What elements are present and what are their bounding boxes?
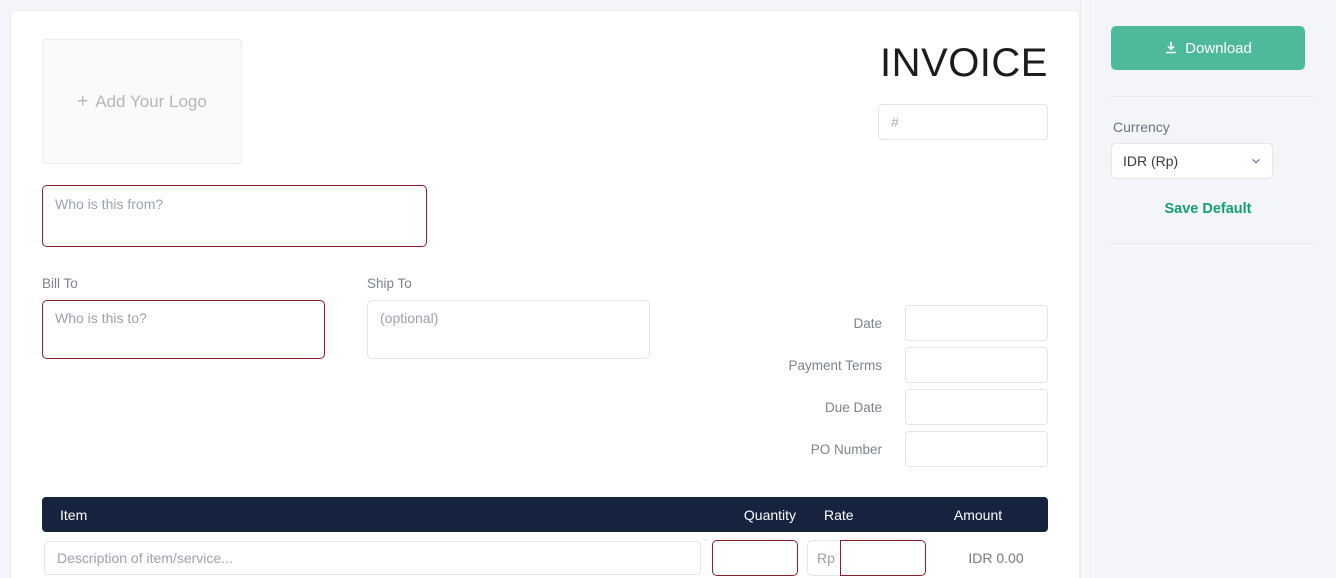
item-rate-group: Rp (807, 540, 926, 576)
ship-to-label: Ship To (367, 276, 412, 291)
column-header-amount: Amount (953, 506, 1003, 523)
due-date-input[interactable] (905, 389, 1048, 425)
item-quantity-input[interactable] (712, 540, 798, 576)
invoice-card: + Add Your Logo INVOICE Bill To Ship To (10, 10, 1080, 578)
payment-terms-label: Payment Terms (788, 357, 882, 373)
currency-label: Currency (1113, 119, 1170, 135)
line-items-table: Item Quantity Rate Amount Rp IDR 0.00 + (42, 497, 1048, 578)
save-default-link[interactable]: Save Default (1111, 201, 1305, 217)
add-logo-label: Add Your Logo (95, 91, 207, 111)
po-number-label: PO Number (810, 441, 882, 457)
download-icon (1164, 41, 1178, 55)
download-label: Download (1185, 39, 1252, 57)
sidebar-divider-top (1111, 96, 1315, 97)
item-description-input[interactable] (44, 541, 701, 575)
date-label: Date (853, 315, 882, 331)
due-date-label: Due Date (824, 399, 882, 415)
invoice-title-block: INVOICE (878, 39, 1048, 140)
column-header-quantity: Quantity (743, 506, 797, 523)
bill-to-input[interactable] (42, 300, 325, 359)
plus-icon: + (77, 90, 89, 112)
chevron-down-icon (1250, 155, 1262, 167)
field-row-due-date: Due Date (745, 389, 1048, 425)
bill-to-block: Bill To (42, 276, 349, 473)
invoice-number-input[interactable] (878, 104, 1048, 140)
payment-terms-input[interactable] (905, 347, 1048, 383)
date-input[interactable] (905, 305, 1048, 341)
table-row: Rp IDR 0.00 (42, 532, 1048, 578)
column-header-rate: Rate (824, 506, 854, 523)
ship-to-input[interactable] (367, 300, 650, 359)
bill-to-label: Bill To (42, 276, 78, 291)
po-number-input[interactable] (905, 431, 1048, 467)
invoice-card-wrapper: + Add Your Logo INVOICE Bill To Ship To (0, 0, 1090, 578)
field-row-po-number: PO Number (745, 431, 1048, 467)
parties-and-dates: Bill To Ship To Date Payment Terms (42, 276, 1048, 473)
currency-selected-value: IDR (Rp) (1123, 153, 1179, 169)
item-amount-value: IDR 0.00 (968, 550, 1024, 566)
field-row-date: Date (745, 305, 1048, 341)
bill-from-input[interactable] (42, 185, 427, 247)
table-header-row: Item Quantity Rate Amount (42, 497, 1048, 532)
currency-prefix-label: Rp (807, 540, 840, 576)
currency-select[interactable]: IDR (Rp) (1111, 143, 1273, 179)
sidebar-divider-bottom (1111, 243, 1315, 244)
sidebar: Download Currency IDR (Rp) Save Default (1090, 0, 1336, 578)
page-title: INVOICE (880, 41, 1048, 85)
add-logo-dropzone[interactable]: + Add Your Logo (42, 39, 242, 164)
download-button[interactable]: Download (1111, 26, 1305, 70)
column-header-item: Item (60, 506, 88, 523)
invoice-generator-page: + Add Your Logo INVOICE Bill To Ship To (0, 0, 1336, 578)
field-row-payment-terms: Payment Terms (745, 347, 1048, 383)
vertical-scrollbar[interactable] (1080, 0, 1089, 578)
item-rate-input[interactable] (840, 540, 926, 576)
invoice-meta-fields: Date Payment Terms Due Date PO Number (745, 276, 1048, 473)
ship-to-block: Ship To (367, 276, 674, 473)
invoice-header: + Add Your Logo INVOICE (42, 39, 1048, 164)
